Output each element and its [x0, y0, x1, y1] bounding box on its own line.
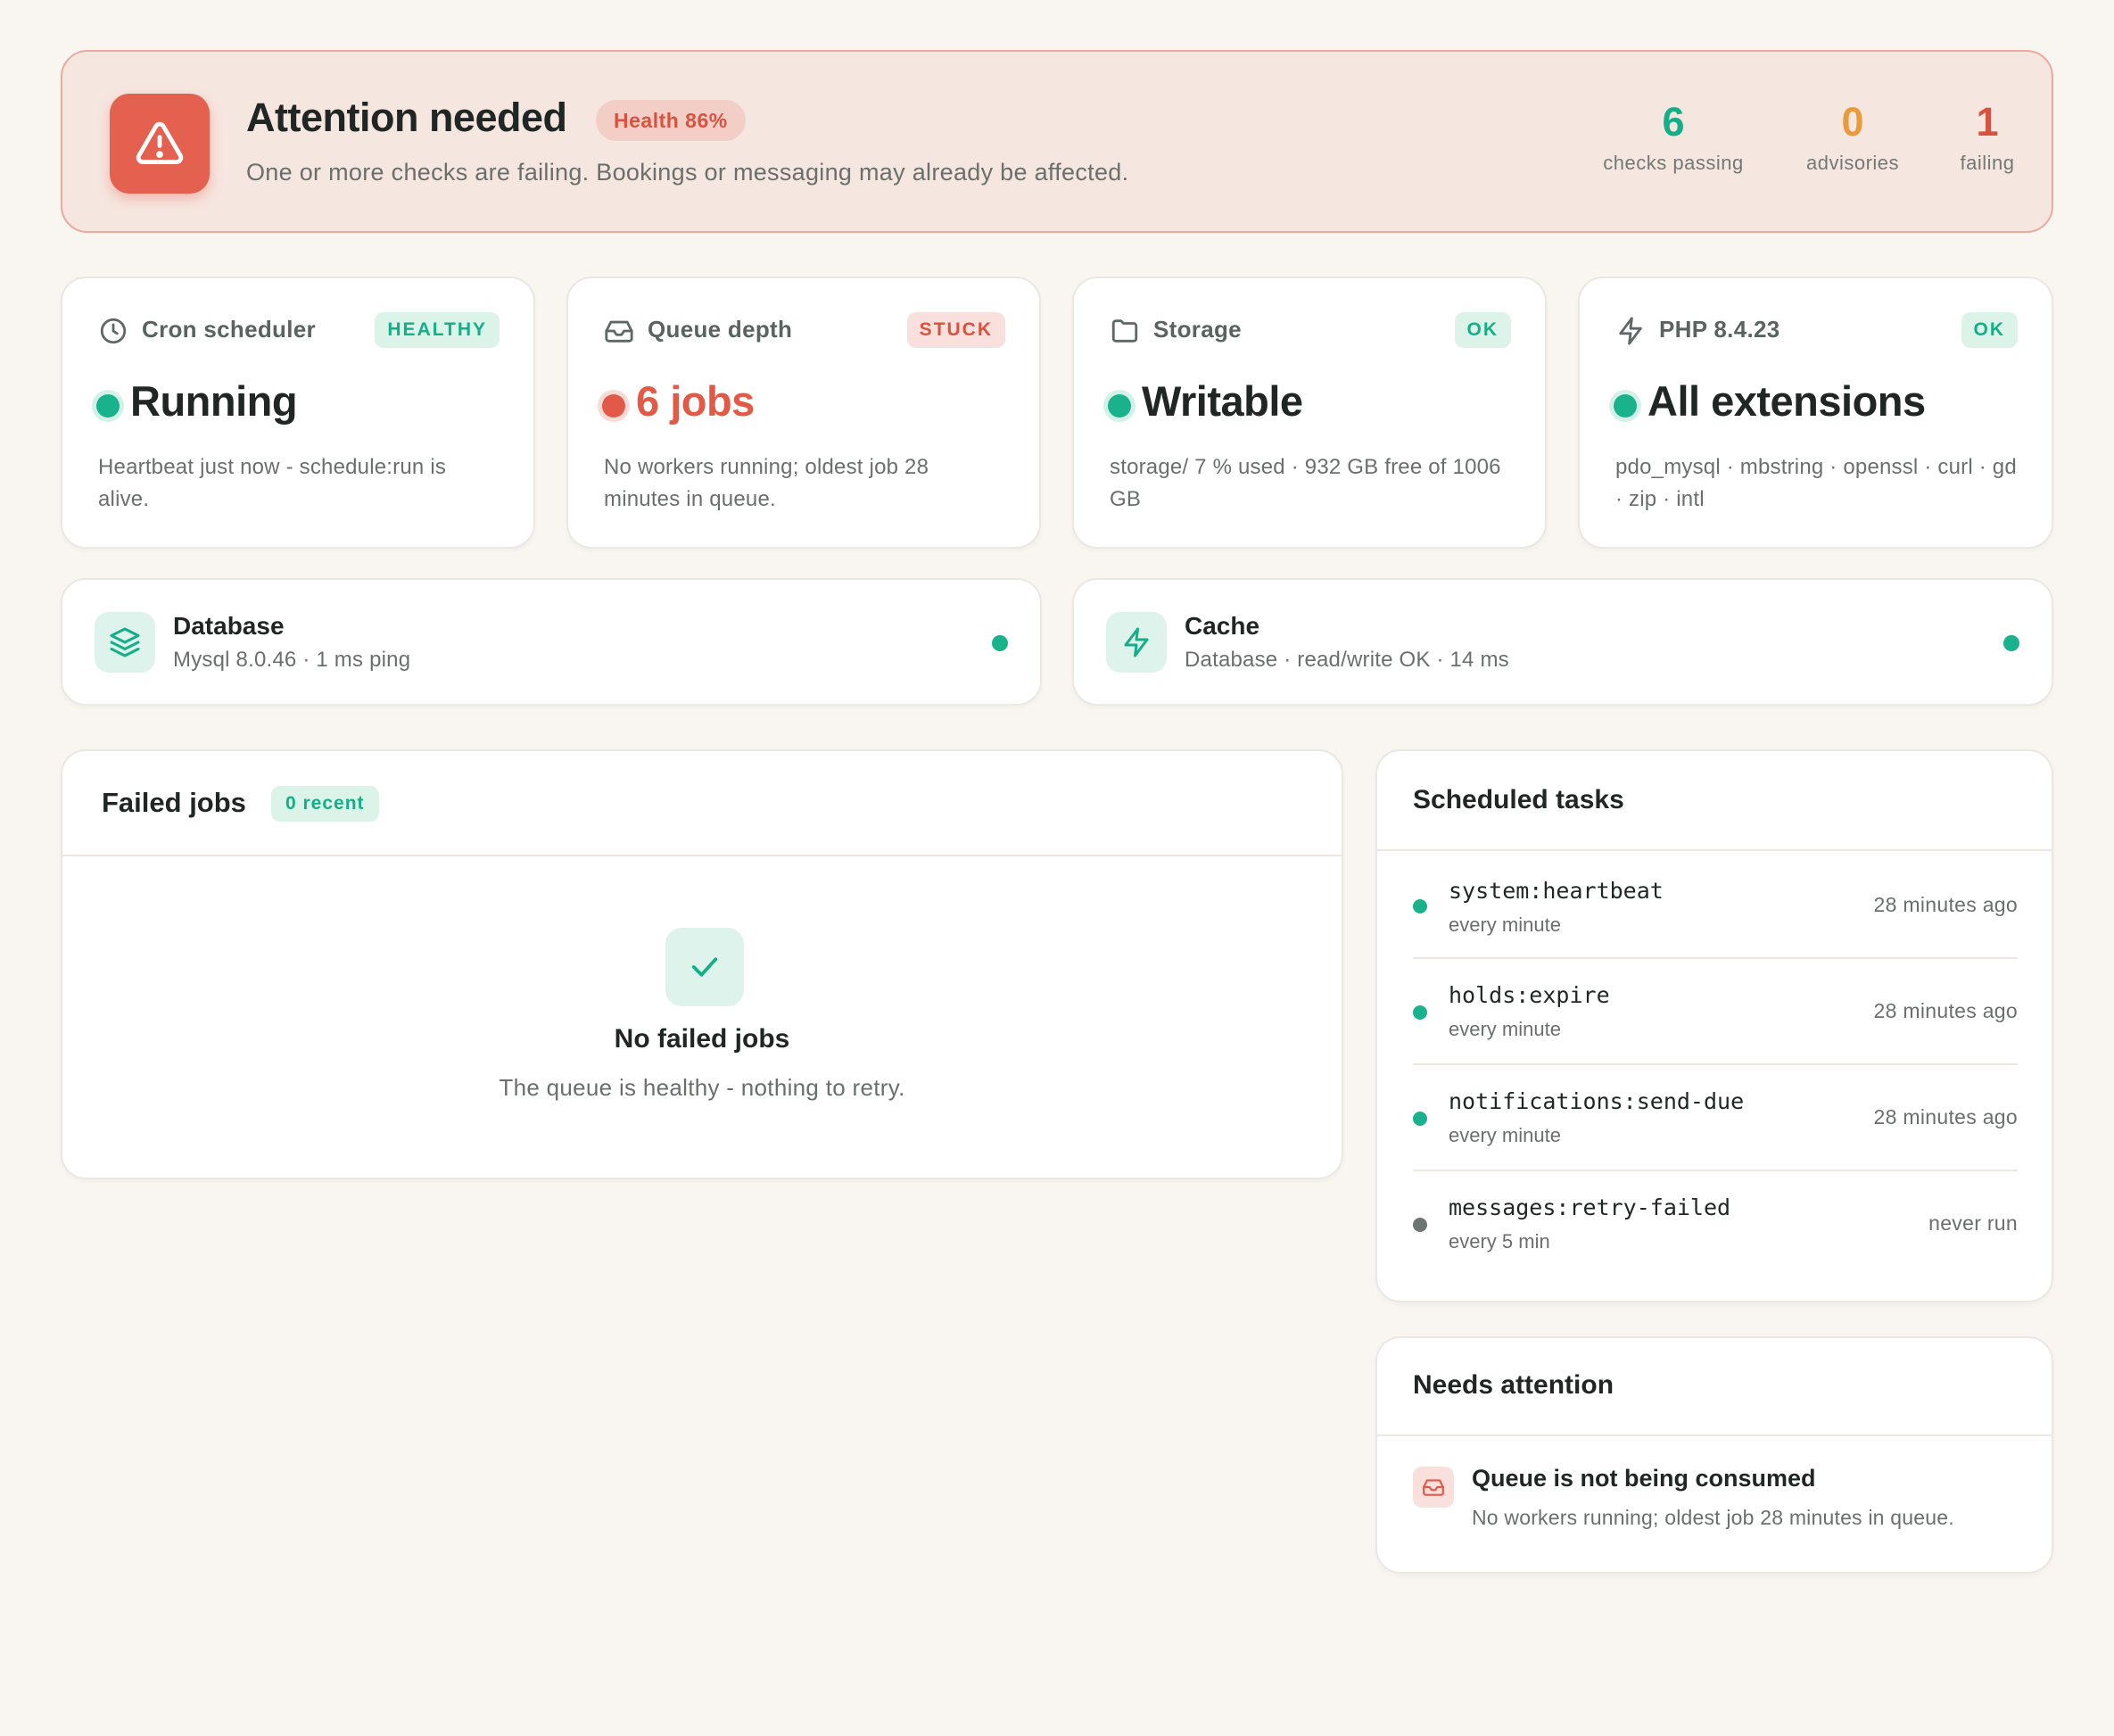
- service-subtitle: Mysql 8.0.46 · 1 ms ping: [173, 648, 411, 672]
- needs-attention-panel: Needs attention Queue is not being consu…: [1375, 1336, 2053, 1574]
- card-label: PHP 8.4.23: [1659, 316, 1780, 343]
- status-dot: [1413, 1218, 1427, 1232]
- inbox-icon: [1413, 1467, 1454, 1508]
- status-badge: OK: [1961, 312, 2018, 348]
- clock-icon: [100, 318, 127, 344]
- task-last-run: 28 minutes ago: [1873, 1105, 2018, 1128]
- stat-label: checks passing: [1603, 152, 1744, 174]
- health-badge: Health 86%: [596, 100, 746, 141]
- warning-icon: [110, 94, 210, 194]
- panel-header: Failed jobs 0 recent: [62, 751, 1342, 856]
- card-label: Storage: [1153, 316, 1242, 343]
- task-last-run: 28 minutes ago: [1873, 999, 2018, 1022]
- task-row[interactable]: system:heartbeat every minute 28 minutes…: [1413, 853, 2018, 959]
- panel-title: Needs attention: [1413, 1370, 1614, 1400]
- status-badge: STUCK: [906, 312, 1005, 348]
- task-name: holds:expire: [1449, 982, 1610, 1008]
- attention-item-description: No workers running; oldest job 28 minute…: [1472, 1506, 1954, 1529]
- service-title: Database: [173, 612, 285, 640]
- check-icon: [665, 928, 744, 1006]
- task-name: system:heartbeat: [1449, 878, 1664, 904]
- layers-icon: [95, 612, 155, 673]
- service-title: Cache: [1185, 612, 1260, 640]
- stat-label: advisories: [1805, 152, 1900, 174]
- task-frequency: every minute: [1449, 1018, 1561, 1040]
- status-dot: [1413, 1005, 1427, 1020]
- card-description: pdo_mysql · mbstring · openssl · curl · …: [1615, 455, 2017, 511]
- task-frequency: every minute: [1449, 913, 1561, 936]
- service-subtitle: Database · read/write OK · 14 ms: [1185, 648, 1509, 672]
- stat-value: 0: [1841, 99, 1864, 145]
- task-last-run: 28 minutes ago: [1873, 893, 2018, 916]
- status-dot: [1413, 1112, 1427, 1126]
- stat-value: 1: [1976, 99, 1999, 145]
- status-dot: [992, 635, 1008, 651]
- status-badge: OK: [1454, 312, 1511, 348]
- banner-subtitle: One or more checks are failing. Bookings…: [246, 159, 1129, 186]
- stat-label: failing: [1960, 152, 2015, 174]
- scheduled-tasks-panel: Scheduled tasks system:heartbeat every m…: [1375, 749, 2053, 1302]
- panel-header: Needs attention: [1377, 1338, 2052, 1436]
- status-badge: HEALTHY: [375, 312, 500, 348]
- stat-failing: 1 failing: [1943, 98, 2032, 175]
- failed-jobs-panel: Failed jobs 0 recent No failed jobs The …: [61, 749, 1343, 1179]
- task-frequency: every 5 min: [1449, 1230, 1550, 1252]
- card-value: All extensions: [1647, 377, 1926, 425]
- status-dot: [602, 394, 625, 417]
- card-label: Cron scheduler: [142, 316, 316, 343]
- card-value: Writable: [1142, 377, 1303, 425]
- status-dot: [1413, 899, 1427, 913]
- attention-item-title[interactable]: Queue is not being consumed: [1472, 1465, 1816, 1492]
- service-cache[interactable]: Cache Database · read/write OK · 14 ms: [1072, 578, 2053, 706]
- attention-banner: Attention needed Health 86% One or more …: [61, 50, 2053, 233]
- status-dot: [1614, 394, 1637, 417]
- task-row[interactable]: holds:expire every minute 28 minutes ago: [1413, 959, 2018, 1065]
- panel-title: Failed jobs: [102, 787, 246, 818]
- stat-checks-passing: 6 checks passing: [1593, 98, 1754, 175]
- card-description: storage/ 7 % used · 932 GB free of 1006 …: [1110, 455, 1501, 511]
- inbox-icon: [605, 320, 633, 343]
- status-dot: [96, 394, 120, 417]
- card-description: No workers running; oldest job 28 minute…: [604, 455, 929, 511]
- stat-value: 6: [1662, 99, 1685, 145]
- panel-title: Scheduled tasks: [1413, 785, 1624, 814]
- panel-header: Scheduled tasks: [1377, 751, 2052, 851]
- task-name: notifications:send-due: [1449, 1088, 1745, 1114]
- empty-state-title: No failed jobs: [614, 1024, 790, 1054]
- bolt-icon: [1106, 612, 1167, 673]
- card-description: Heartbeat just now - schedule:run is ali…: [98, 455, 447, 511]
- bolt-icon: [1619, 317, 1642, 345]
- task-last-run: never run: [1928, 1211, 2018, 1235]
- task-frequency: every minute: [1449, 1124, 1561, 1146]
- status-dot: [2003, 635, 2019, 651]
- empty-state-subtitle: The queue is healthy - nothing to retry.: [499, 1074, 905, 1101]
- stat-advisories: 0 advisories: [1786, 98, 1920, 175]
- card-php[interactable]: PHP 8.4.23 OK All extensions pdo_mysql ·…: [1578, 277, 2053, 549]
- card-label: Queue depth: [648, 316, 793, 343]
- banner-title: Attention needed: [246, 95, 567, 140]
- recent-badge: 0 recent: [271, 786, 379, 822]
- service-database[interactable]: Database Mysql 8.0.46 · 1 ms ping: [61, 578, 1042, 706]
- card-queue-depth[interactable]: Queue depth STUCK 6 jobs No workers runn…: [566, 277, 1041, 549]
- task-name: messages:retry-failed: [1449, 1195, 1731, 1220]
- card-value: Running: [130, 377, 298, 425]
- card-value: 6 jobs: [636, 377, 755, 425]
- task-row[interactable]: messages:retry-failed every 5 min never …: [1413, 1171, 2018, 1277]
- card-cron-scheduler[interactable]: Cron scheduler HEALTHY Running Heartbeat…: [61, 277, 535, 549]
- card-storage[interactable]: Storage OK Writable storage/ 7 % used · …: [1072, 277, 1547, 549]
- status-dot: [1108, 394, 1131, 417]
- folder-icon: [1111, 319, 1138, 343]
- task-row[interactable]: notifications:send-due every minute 28 m…: [1413, 1065, 2018, 1171]
